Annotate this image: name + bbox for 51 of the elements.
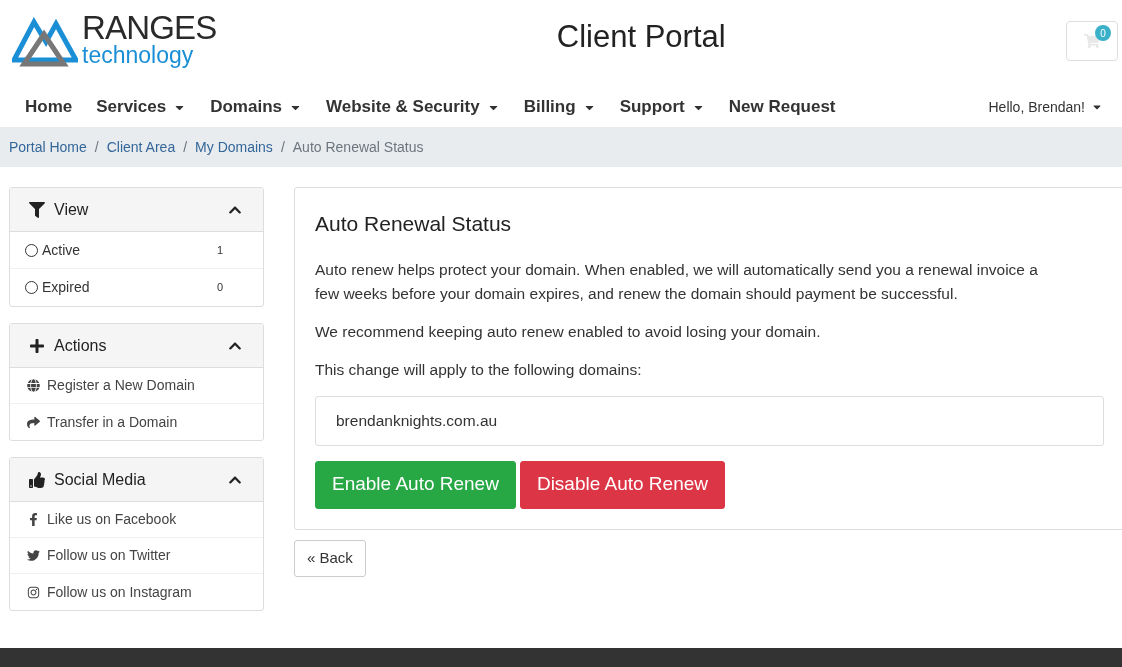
panel-title: View — [54, 199, 90, 220]
globe-icon — [27, 379, 40, 392]
disable-button[interactable]: Disable Auto Renew — [519, 460, 725, 509]
sidebar-link[interactable]: Like us on Facebook — [47, 509, 177, 530]
description-paragraph: Auto renew helps protect your domain. When enabled, we will automatically send you a renewal invoice a few weeks before your domain expires, and renew the domain should payment be successful. — [315, 259, 1039, 304]
back-button[interactable]: « Back — [294, 539, 366, 577]
logo-tagline: technology — [82, 43, 195, 67]
filter-option-label[interactable]: Expired — [42, 277, 217, 298]
instagram-icon — [27, 585, 40, 599]
radio-button[interactable] — [25, 243, 38, 257]
share-arrow-icon — [27, 415, 40, 429]
sidebar-link[interactable]: Follow us on Instagram — [47, 581, 192, 603]
card-title: Auto Renewal Status — [315, 211, 513, 237]
description-paragraph: We recommend keeping auto renew enabled to avoid losing your domain. — [315, 321, 822, 342]
nav-menu-item[interactable]: Domains — [198, 94, 314, 120]
count-label: 1 — [216, 242, 223, 258]
description-paragraph: This change will apply to the following domains: — [315, 359, 643, 380]
panel-title: Social Media — [54, 469, 147, 490]
user-menu[interactable]: Hello, Brendan! — [988, 96, 1109, 118]
radio-button[interactable] — [25, 281, 38, 294]
breadcrumb-separator: / — [182, 137, 189, 157]
filter-icon — [29, 201, 45, 218]
plus-icon — [29, 337, 45, 354]
domain-list-item: brendanknights.com.au — [315, 395, 1104, 446]
twitter-icon — [27, 549, 40, 562]
panel-header[interactable]: Social Media — [10, 458, 263, 502]
nav-menu-item[interactable]: New Request — [716, 94, 848, 120]
nav-menu-item[interactable]: Billing — [511, 94, 608, 120]
breadcrumb-link[interactable]: My Domains — [195, 136, 273, 158]
breadcrumb-separator: / — [279, 137, 286, 157]
cart-count-badge: 0 — [1095, 25, 1111, 41]
panel-header[interactable]: Actions — [10, 324, 263, 368]
breadcrumb-separator: / — [93, 137, 100, 157]
logo-wordmark: RANGES — [82, 13, 217, 43]
breadcrumb-link[interactable]: Client Area — [106, 136, 176, 158]
nav-menu-item[interactable]: Home — [13, 94, 85, 120]
nav-menu-item[interactable]: Website & Security — [314, 94, 512, 120]
filter-option-label[interactable]: Active — [42, 239, 217, 261]
panel-title: Actions — [54, 335, 108, 356]
sidebar-link[interactable]: Register a New Domain — [47, 375, 195, 396]
current-page-label: Auto Renewal Status — [292, 137, 424, 157]
portal-title: Client Portal — [556, 18, 726, 56]
thumbs-up-icon — [29, 471, 45, 488]
facebook-icon — [27, 513, 40, 526]
sidebar-link[interactable]: Transfer in a Domain — [47, 411, 178, 433]
nav-menu-item[interactable]: Services — [84, 94, 199, 120]
count-label: 0 — [216, 280, 223, 296]
sidebar-link[interactable]: Follow us on Twitter — [47, 545, 171, 566]
breadcrumb-link[interactable]: Portal Home — [9, 136, 87, 158]
panel-header[interactable]: View — [10, 188, 263, 232]
nav-menu-item[interactable]: Support — [607, 94, 717, 120]
